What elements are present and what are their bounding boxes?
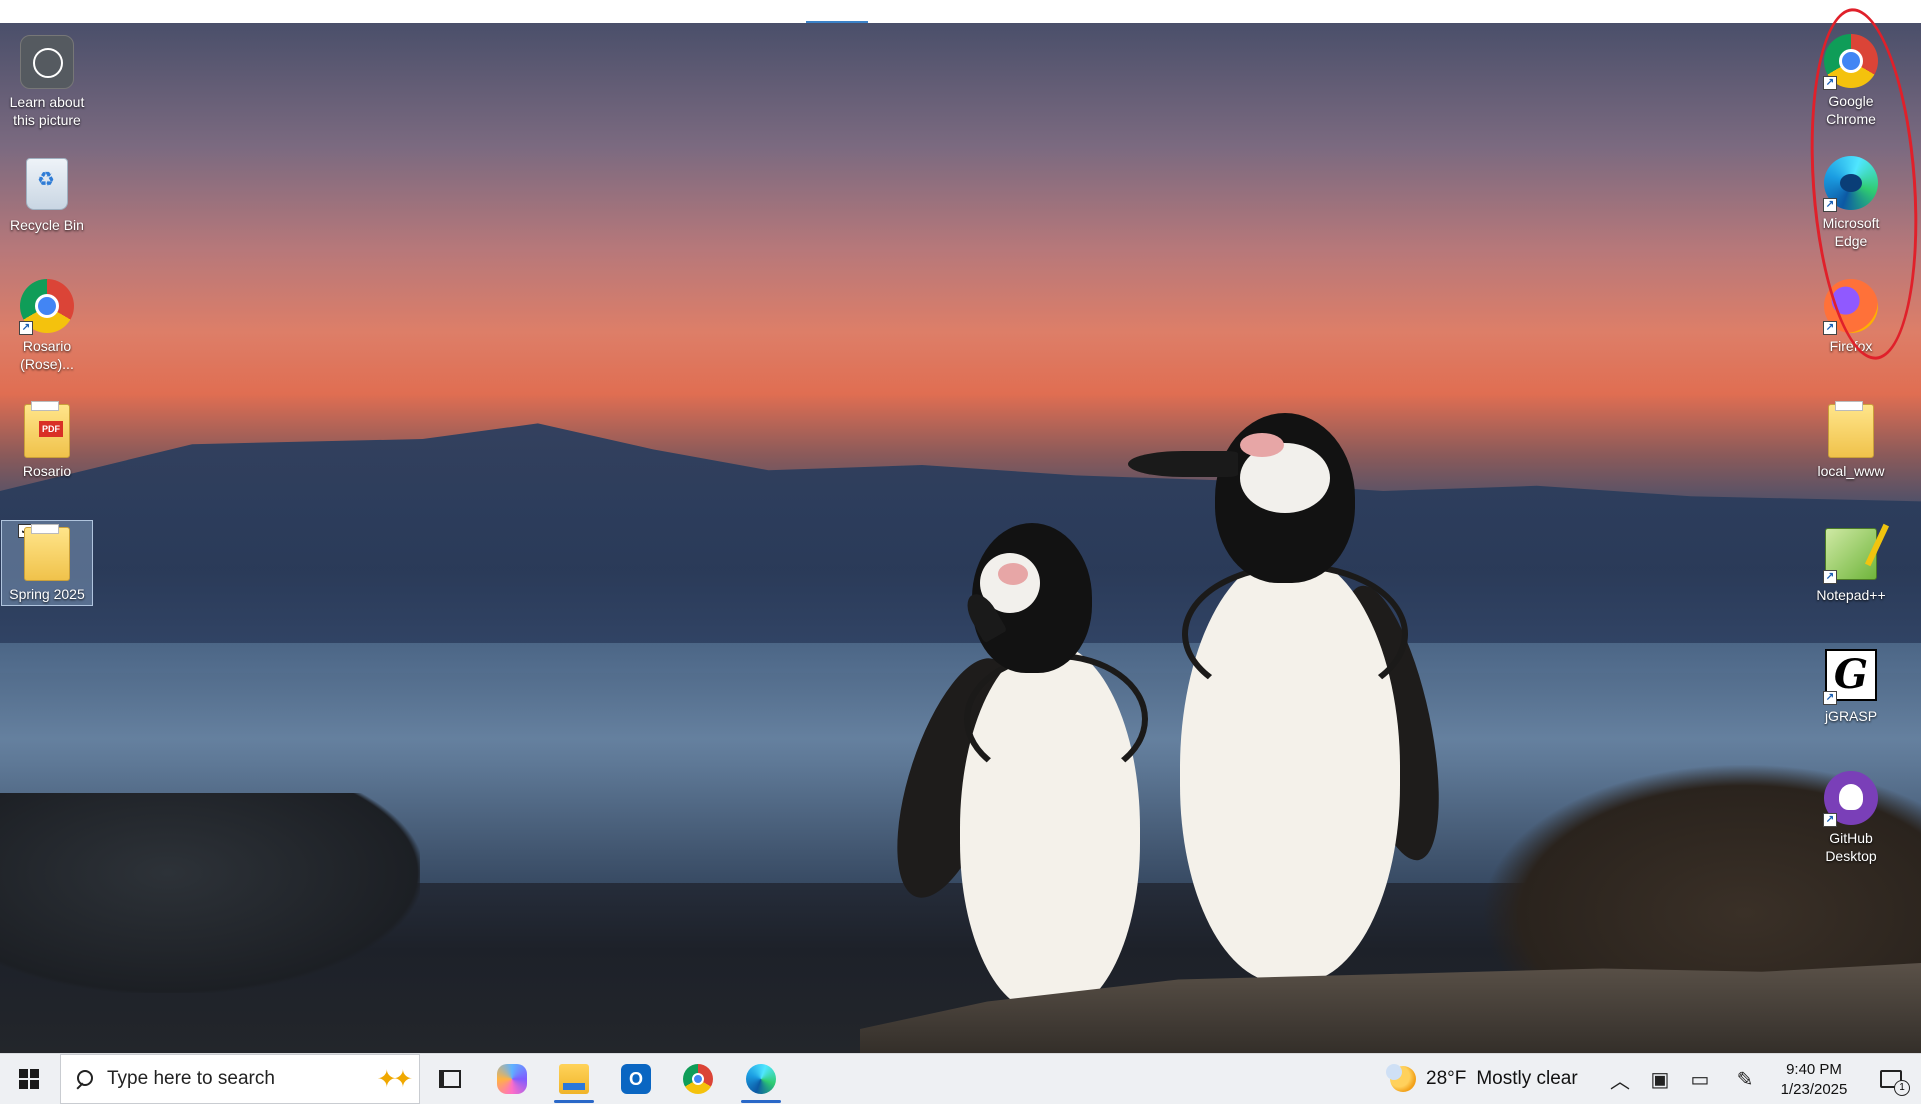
desktop-wallpaper <box>0 23 1921 1053</box>
desktop-icon-label: Spring 2025 <box>9 586 85 602</box>
file-explorer-icon <box>559 1064 589 1094</box>
taskbar-search-box[interactable]: Type here to search ✦✦ <box>60 1054 420 1104</box>
desktop-icon-label: Learn about this picture <box>9 94 85 128</box>
camera-icon: ▣ <box>1650 1068 1670 1091</box>
tray-meet-now[interactable]: ▣ <box>1640 1054 1680 1104</box>
weather-moon-icon <box>1386 1064 1416 1092</box>
search-placeholder: Type here to search <box>107 1068 275 1089</box>
taskbar-outlook[interactable]: O <box>608 1054 664 1104</box>
search-icon <box>75 1070 93 1088</box>
weather-condition: Mostly clear <box>1476 1068 1578 1089</box>
desktop-icon-jgrasp[interactable]: G ↗ jGRASP <box>1808 647 1894 725</box>
desktop-icon-label: Notepad++ <box>1816 587 1886 603</box>
folder-icon <box>24 524 70 581</box>
desktop-icon-github-desktop[interactable]: ↗ GitHub Desktop <box>1808 770 1894 865</box>
outlook-icon: O <box>621 1064 651 1094</box>
shortcut-arrow-icon: ↗ <box>1823 570 1837 584</box>
desktop-icon-local-www[interactable]: local_www <box>1808 401 1894 480</box>
wallpaper-rocks-left <box>0 793 420 993</box>
clock-date: 1/23/2025 <box>1780 1081 1848 1098</box>
desktop-icon-spring-2025[interactable]: ✓ Spring 2025 <box>1 520 93 606</box>
desktop-icon-label: jGRASP <box>1824 708 1878 724</box>
search-highlight-sparkle-icon: ✦✦ <box>376 1066 413 1093</box>
pdf-badge: PDF <box>39 421 63 437</box>
windows-logo-icon <box>19 1069 39 1089</box>
taskbar-google-chrome[interactable] <box>670 1054 726 1104</box>
recycle-bin-icon <box>26 158 68 210</box>
desktop-icon-label: GitHub Desktop <box>1825 830 1877 864</box>
desktop-icon-label: Rosario (Rose)... <box>20 338 74 372</box>
task-view-icon <box>439 1070 461 1088</box>
desktop-icon-label: Rosario <box>22 463 72 479</box>
notification-count: 1 <box>1894 1080 1910 1096</box>
taskbar-copilot[interactable] <box>484 1054 540 1104</box>
desktop-icon-notepad-plus-plus[interactable]: ↗ Notepad++ <box>1808 525 1894 604</box>
desktop-icon-label: local_www <box>1817 463 1885 479</box>
pdf-folder-icon: PDF <box>24 401 70 458</box>
shortcut-arrow-icon: ↗ <box>19 321 33 335</box>
show-hidden-icons-button[interactable]: ︿ <box>1600 1054 1640 1104</box>
desktop-icon-rosario-folder[interactable]: PDF Rosario <box>4 401 90 480</box>
penguin-right <box>1120 413 1459 1013</box>
edge-icon <box>746 1064 776 1094</box>
copilot-icon <box>497 1064 527 1094</box>
tray-battery[interactable]: ▭ <box>1680 1054 1720 1104</box>
desktop-icon-learn-about-picture[interactable]: Learn about this picture <box>4 33 90 129</box>
desktop-icon-recycle-bin[interactable]: Recycle Bin <box>4 155 90 234</box>
task-view-button[interactable] <box>430 1054 470 1104</box>
tray-pen[interactable]: ✎ <box>1725 1054 1765 1104</box>
top-strip <box>0 0 1921 23</box>
shortcut-arrow-icon: ↗ <box>1823 813 1837 827</box>
taskbar-file-explorer[interactable] <box>546 1054 602 1104</box>
desktop-icon-rosario-chrome[interactable]: ↗ Rosario (Rose)... <box>4 278 90 373</box>
shortcut-arrow-icon: ↗ <box>1823 321 1837 335</box>
notification-center-button[interactable]: 1 <box>1866 1054 1916 1104</box>
learn-about-picture-icon <box>20 35 74 89</box>
weather-widget[interactable]: 28°F Mostly clear <box>1386 1054 1578 1104</box>
pen-icon: ✎ <box>1736 1068 1754 1091</box>
clock-time: 9:40 PM <box>1786 1061 1842 1078</box>
weather-temperature: 28°F <box>1426 1068 1467 1089</box>
chrome-icon <box>683 1064 713 1094</box>
battery-icon: ▭ <box>1690 1068 1710 1091</box>
taskbar-clock[interactable]: 9:40 PM 1/23/2025 <box>1770 1060 1858 1100</box>
taskbar-microsoft-edge[interactable] <box>733 1054 789 1104</box>
start-button[interactable] <box>0 1054 58 1104</box>
desktop-icon-label: Recycle Bin <box>10 217 84 233</box>
chevron-up-icon: ︿ <box>1610 1070 1630 1093</box>
folder-icon <box>1828 401 1874 458</box>
shortcut-arrow-icon: ↗ <box>1823 691 1837 705</box>
taskbar: Type here to search ✦✦ O 28°F Mostly cle… <box>0 1053 1921 1104</box>
